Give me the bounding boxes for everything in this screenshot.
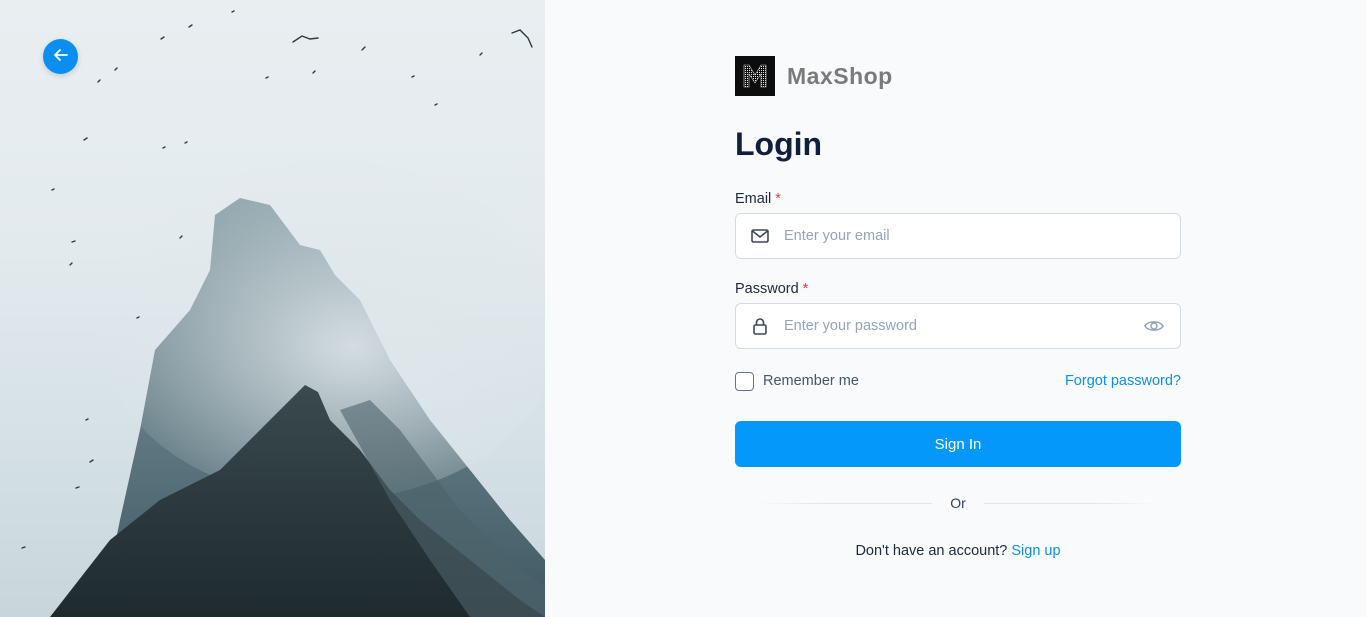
remember-label: Remember me <box>763 373 859 389</box>
brand-name: MaxShop <box>787 62 893 89</box>
page-title: Login <box>735 126 823 162</box>
email-label-text: Email <box>735 191 772 207</box>
password-field[interactable] <box>735 303 1181 349</box>
email-input[interactable] <box>784 214 1180 258</box>
mountain-fog-image <box>21 10 545 617</box>
sign-in-button[interactable]: Sign In <box>735 421 1181 467</box>
remember-me[interactable]: Remember me <box>735 371 859 391</box>
divider-line-left <box>757 502 933 504</box>
signup-row: Don't have an account? Sign up <box>735 543 1181 559</box>
login-panel: MaxShop Login Email* Password* Remember … <box>545 0 1366 617</box>
hero-image <box>0 0 545 617</box>
forgot-password-link[interactable]: Forgot password? <box>1065 373 1181 389</box>
password-label: Password * <box>735 279 1181 299</box>
login-form: MaxShop Login Email* Password* Remember … <box>735 56 1181 559</box>
remember-row: Remember me Forgot password? <box>735 371 1181 391</box>
brand-logo <box>735 56 775 96</box>
email-field[interactable] <box>735 213 1181 259</box>
email-label: Email * <box>735 189 1181 209</box>
password-input[interactable] <box>784 304 1128 348</box>
remember-checkbox[interactable] <box>735 371 754 391</box>
divider-line-right <box>983 502 1159 504</box>
or-divider: Or <box>735 495 1181 511</box>
password-label-text: Password <box>735 281 799 297</box>
eye-icon[interactable] <box>1128 319 1180 333</box>
signup-prompt: Don't have an account? <box>855 543 1008 559</box>
mail-icon <box>736 229 784 243</box>
required-mark: * <box>775 191 781 207</box>
lock-icon <box>736 317 784 335</box>
sign-up-link[interactable]: Sign up <box>1011 543 1060 559</box>
back-button[interactable] <box>43 39 78 74</box>
divider-label: Or <box>950 495 966 511</box>
brand: MaxShop <box>735 56 1181 96</box>
required-mark: * <box>802 281 809 297</box>
arrow-left-icon <box>53 48 68 66</box>
